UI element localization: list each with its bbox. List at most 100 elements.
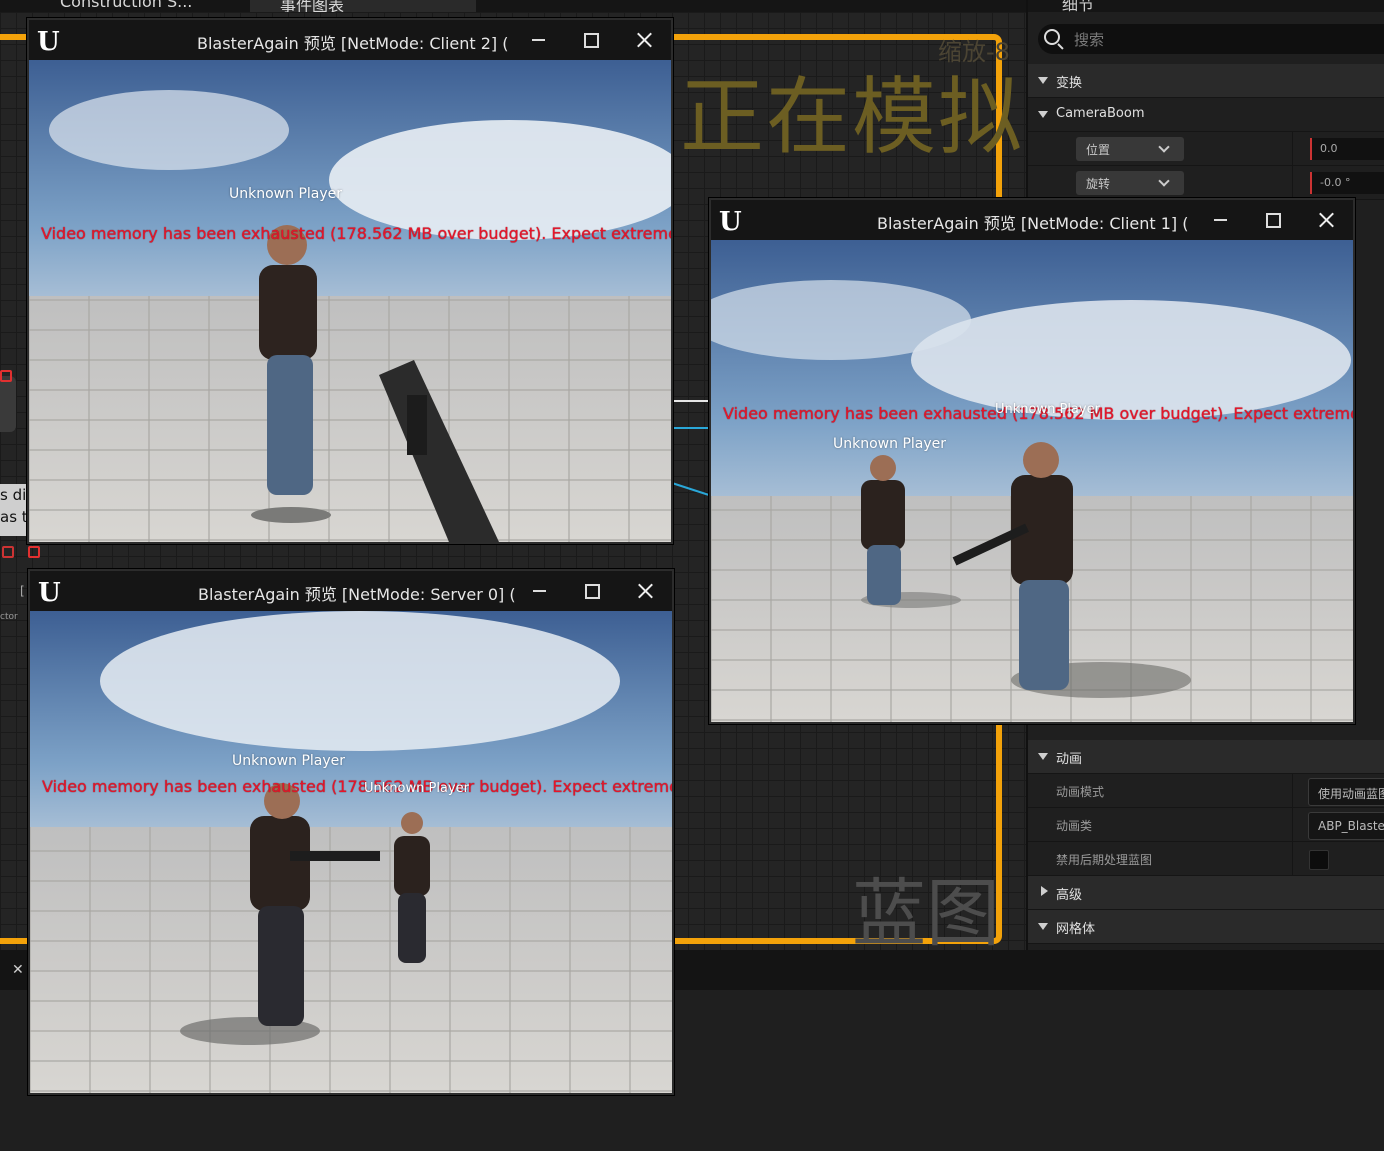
anim-class-dropdown[interactable]: ABP_Blaster [1308, 812, 1384, 840]
row-disable-post: 禁用后期处理蓝图 [1028, 842, 1384, 876]
maximize-icon [585, 584, 600, 599]
row-location: 位置 0.0 [1028, 132, 1384, 166]
unreal-logo-icon: U [719, 207, 742, 234]
node-pin[interactable] [2, 546, 14, 558]
search-icon [1044, 29, 1060, 45]
graph-node-comment[interactable]: s dis as to [0, 484, 28, 536]
node-text: [ [20, 584, 25, 598]
game-viewport[interactable]: Unknown Player Video memory has been exh… [30, 611, 672, 1093]
search-input[interactable]: 搜索 [1038, 24, 1384, 54]
dropdown-label: 位置 [1086, 143, 1111, 157]
field-value: -0.0 ° [1320, 176, 1351, 189]
chevron-down-icon [1158, 175, 1170, 187]
row-label: 动画类 [1056, 819, 1093, 833]
svg-text:U: U [38, 578, 61, 605]
node-text: as to [0, 508, 28, 526]
expand-arrow-icon [1038, 77, 1048, 84]
row-anim-mode: 动画模式 使用动画蓝图 [1028, 774, 1384, 808]
location-x-field[interactable]: 0.0 [1310, 138, 1384, 160]
column-divider [1292, 842, 1293, 875]
expand-arrow-icon [1038, 923, 1048, 930]
column-divider [1292, 774, 1293, 807]
section-label: 动画 [1056, 752, 1083, 767]
window-titlebar[interactable]: U BlasterAgain 预览 [NetMode: Client 1] ( [711, 200, 1353, 240]
window-titlebar[interactable]: U BlasterAgain 预览 [NetMode: Server 0] ( [30, 571, 672, 611]
close-button[interactable] [633, 579, 657, 603]
field-value: 使用动画蓝图 [1318, 787, 1384, 801]
minimize-button[interactable] [1209, 208, 1233, 232]
field-value: ABP_Blaster [1318, 819, 1384, 833]
pie-window-client1[interactable]: U BlasterAgain 预览 [NetMode: Client 1] ( [709, 198, 1355, 724]
player-name-label: Unknown Player [229, 186, 343, 202]
pie-window-server0[interactable]: U BlasterAgain 预览 [NetMode: Server 0] ( [28, 569, 674, 1095]
node-pin[interactable] [0, 370, 12, 382]
section-advanced[interactable]: 高级 [1028, 876, 1384, 910]
window-title: BlasterAgain 预览 [NetMode: Client 2] ( [197, 34, 509, 53]
maximize-button[interactable] [1261, 208, 1285, 232]
player-name-label: Unknown Player [232, 753, 346, 769]
window-titlebar[interactable]: U BlasterAgain 预览 [NetMode: Client 2] ( [29, 20, 671, 60]
minimize-icon [533, 590, 546, 592]
window-title: BlasterAgain 预览 [NetMode: Server 0] ( [198, 585, 516, 604]
field-value: 0.0 [1320, 142, 1338, 155]
game-viewport[interactable]: Unknown Player Video memory has been exh… [29, 60, 671, 542]
rotation-dropdown[interactable]: 旋转 [1076, 171, 1184, 195]
chevron-down-icon [1158, 141, 1170, 153]
player-name-label: Unknown Player [833, 436, 947, 452]
minimize-button[interactable] [527, 28, 551, 52]
section-animation[interactable]: 动画 [1028, 740, 1384, 774]
section-transform[interactable]: 变换 [1028, 64, 1384, 98]
player-name-label: Unknown Player [995, 402, 1100, 417]
pie-window-client2[interactable]: U BlasterAgain 预览 [NetMode: Client 2] ( [27, 18, 673, 544]
graph-node[interactable] [0, 376, 16, 432]
editor-tab-bar: Construction S... 事件图表 [0, 0, 1026, 12]
row-anim-class: 动画类 ABP_Blaster [1028, 808, 1384, 842]
details-header: 细节 [1028, 0, 1384, 12]
tab-event-graph[interactable]: 事件图表 [250, 0, 476, 12]
maximize-button[interactable] [579, 28, 603, 52]
column-divider [1292, 132, 1293, 165]
minimize-button[interactable] [528, 579, 552, 603]
unreal-logo-icon: U [37, 27, 60, 54]
blueprint-watermark: 蓝图 [852, 871, 1000, 957]
section-label: 高级 [1056, 888, 1083, 903]
scene-render [711, 240, 1353, 722]
simulating-watermark: 正在模拟 [680, 68, 1025, 166]
row-label: CameraBoom [1056, 106, 1145, 121]
maximize-button[interactable] [580, 579, 604, 603]
section-mesh[interactable]: 网格体 [1028, 910, 1384, 944]
unreal-logo-icon: U [38, 578, 61, 605]
maximize-icon [1266, 213, 1281, 228]
details-title: 细节 [1062, 0, 1095, 12]
tab-construction-script[interactable]: Construction S... [60, 0, 192, 12]
video-memory-warning: Video memory has been exhausted (178.562… [41, 224, 671, 243]
expand-arrow-icon [1038, 111, 1048, 118]
node-text: s dis [0, 486, 28, 504]
search-placeholder: 搜索 [1074, 31, 1105, 49]
minimize-icon [532, 39, 545, 41]
row-label: 禁用后期处理蓝图 [1056, 853, 1153, 867]
close-icon[interactable]: ✕ [12, 962, 24, 978]
row-rotation: 旋转 -0.0 ° [1028, 166, 1384, 200]
close-button[interactable] [1314, 208, 1338, 232]
minimize-icon [1214, 219, 1227, 221]
column-divider [1292, 808, 1293, 841]
game-viewport[interactable]: Video memory has been exhausted (178.562… [711, 240, 1353, 722]
column-divider [1292, 166, 1293, 199]
zoom-level-label: 缩放-8 [938, 38, 1010, 66]
scene-render [29, 60, 671, 542]
node-pin[interactable] [28, 546, 40, 558]
anim-mode-dropdown[interactable]: 使用动画蓝图 [1308, 778, 1384, 806]
player-name-label: Unknown Player [364, 781, 469, 796]
location-dropdown[interactable]: 位置 [1076, 137, 1184, 161]
row-camera-boom[interactable]: CameraBoom [1028, 98, 1384, 132]
node-text: ctor [0, 612, 18, 622]
close-button[interactable] [632, 28, 656, 52]
disable-post-checkbox[interactable] [1309, 850, 1329, 870]
section-label: 变换 [1056, 76, 1083, 91]
section-label: 网格体 [1056, 922, 1096, 937]
rotation-x-field[interactable]: -0.0 ° [1310, 172, 1384, 194]
dropdown-label: 旋转 [1086, 177, 1111, 191]
exec-wire [672, 400, 708, 402]
svg-text:U: U [719, 207, 742, 234]
